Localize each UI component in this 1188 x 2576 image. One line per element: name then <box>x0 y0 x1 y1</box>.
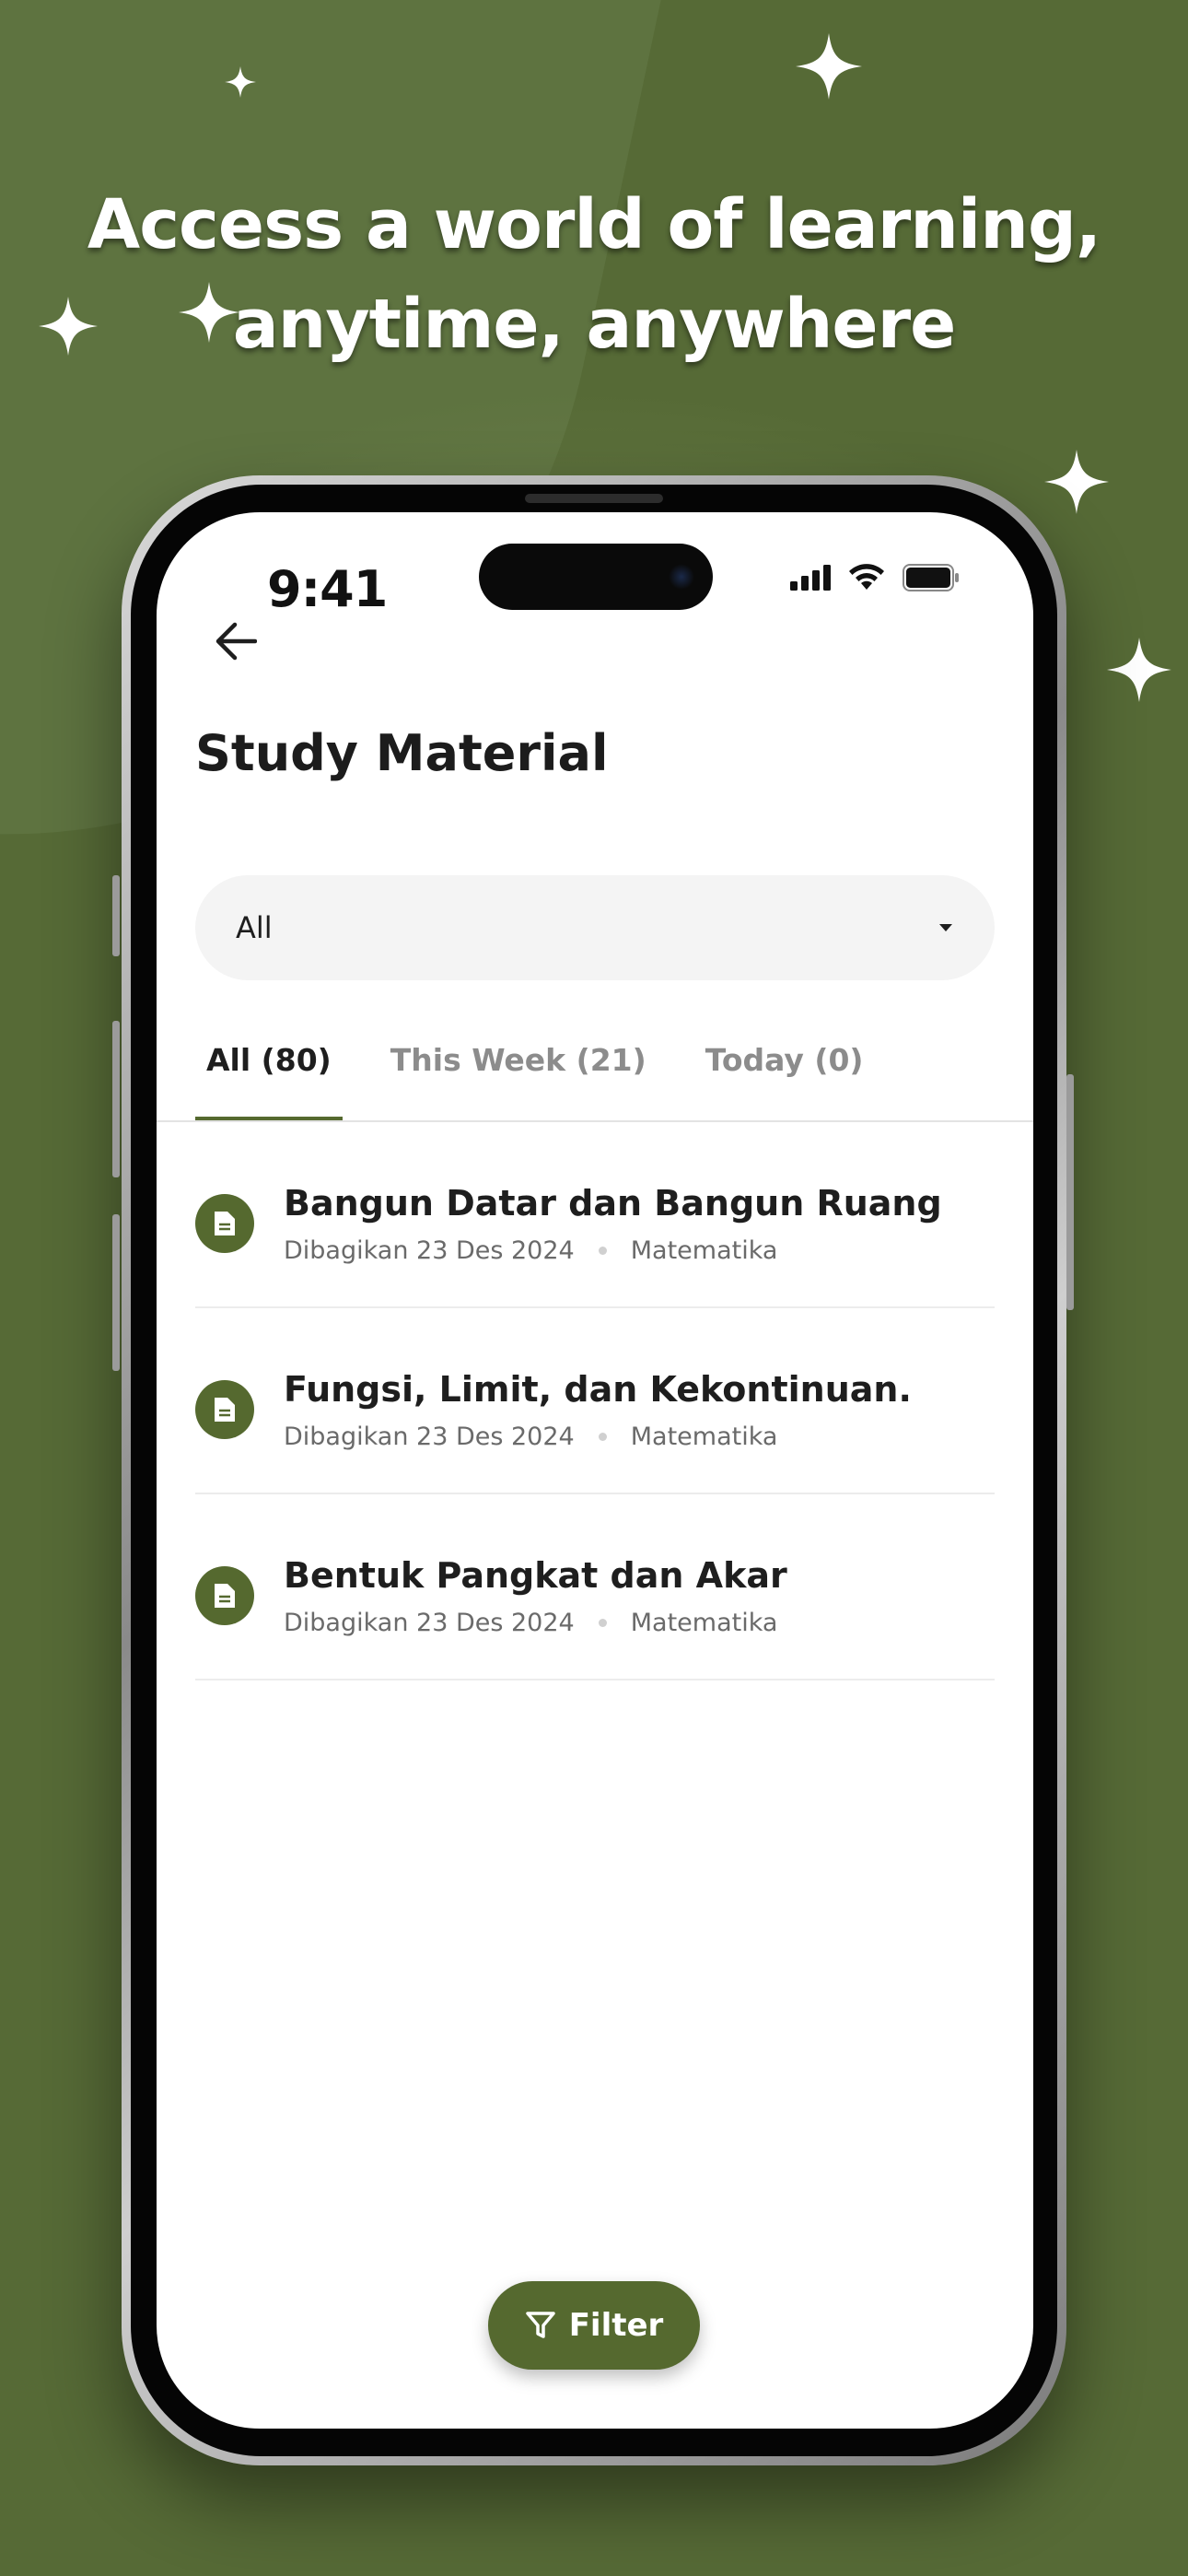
sparkle-icon <box>1107 638 1171 702</box>
status-time: 9:41 <box>267 560 388 618</box>
headline-line-1: Access a world of learning, <box>87 185 1101 264</box>
dropdown-selected-value: All <box>236 910 273 945</box>
headline-line-2: anytime, anywhere <box>232 285 957 364</box>
material-meta: Dibagikan 23 Des 2024 Matematika <box>284 1609 777 1637</box>
page-title: Study Material <box>195 724 609 782</box>
app-screen: 9:41 Study Material All All (80) This We… <box>157 512 1033 2429</box>
list-item[interactable]: Bangun Datar dan Bangun Ruang Dibagikan … <box>195 1122 995 1308</box>
material-shared-date: Dibagikan 23 Des 2024 <box>284 1423 575 1451</box>
material-list: Bangun Datar dan Bangun Ruang Dibagikan … <box>195 1122 995 1680</box>
meta-separator <box>598 1247 607 1255</box>
wifi-icon <box>849 564 884 590</box>
back-button[interactable] <box>199 604 273 678</box>
material-subject: Matematika <box>630 1609 778 1637</box>
tab-bar: All (80) This Week (21) Today (0) <box>195 1028 912 1121</box>
material-meta: Dibagikan 23 Des 2024 Matematika <box>284 1236 777 1265</box>
dynamic-island <box>479 544 713 610</box>
sparkle-icon <box>796 33 862 100</box>
list-item[interactable]: Fungsi, Limit, dan Kekontinuan. Dibagika… <box>195 1308 995 1494</box>
tab-all[interactable]: All (80) <box>195 1028 343 1121</box>
sparkle-icon <box>225 66 256 98</box>
material-subject: Matematika <box>630 1423 778 1451</box>
material-meta: Dibagikan 23 Des 2024 Matematika <box>284 1423 777 1451</box>
material-title: Bentuk Pangkat dan Akar <box>284 1555 787 1596</box>
list-item[interactable]: Bentuk Pangkat dan Akar Dibagikan 23 Des… <box>195 1494 995 1680</box>
marketing-headline: Access a world of learning, anytime, any… <box>0 175 1188 374</box>
filter-button[interactable]: Filter <box>488 2281 700 2370</box>
tab-today[interactable]: Today (0) <box>694 1028 875 1120</box>
phone-power-button <box>1066 1074 1074 1310</box>
arrow-left-icon <box>215 622 257 661</box>
material-shared-date: Dibagikan 23 Des 2024 <box>284 1236 575 1265</box>
meta-separator <box>598 1619 607 1627</box>
tab-this-week[interactable]: This Week (21) <box>379 1028 658 1120</box>
status-icons <box>790 564 960 591</box>
category-dropdown[interactable]: All <box>195 875 995 980</box>
camera-icon <box>669 564 694 590</box>
document-icon <box>195 1566 254 1625</box>
sparkle-icon <box>1044 450 1109 514</box>
cellular-signal-icon <box>790 565 831 591</box>
material-title: Bangun Datar dan Bangun Ruang <box>284 1183 942 1224</box>
material-shared-date: Dibagikan 23 Des 2024 <box>284 1609 575 1637</box>
meta-separator <box>598 1433 607 1441</box>
battery-icon <box>903 564 959 591</box>
material-title: Fungsi, Limit, dan Kekontinuan. <box>284 1369 912 1410</box>
document-icon <box>195 1380 254 1439</box>
material-subject: Matematika <box>630 1236 778 1265</box>
document-icon <box>195 1194 254 1253</box>
phone-volume-down-button <box>112 1214 120 1371</box>
funnel-icon <box>525 2312 555 2338</box>
phone-volume-up-button <box>112 1021 120 1177</box>
phone-speaker <box>525 494 663 503</box>
caret-down-icon <box>939 924 952 931</box>
filter-button-label: Filter <box>568 2307 664 2344</box>
phone-action-button <box>112 875 120 956</box>
